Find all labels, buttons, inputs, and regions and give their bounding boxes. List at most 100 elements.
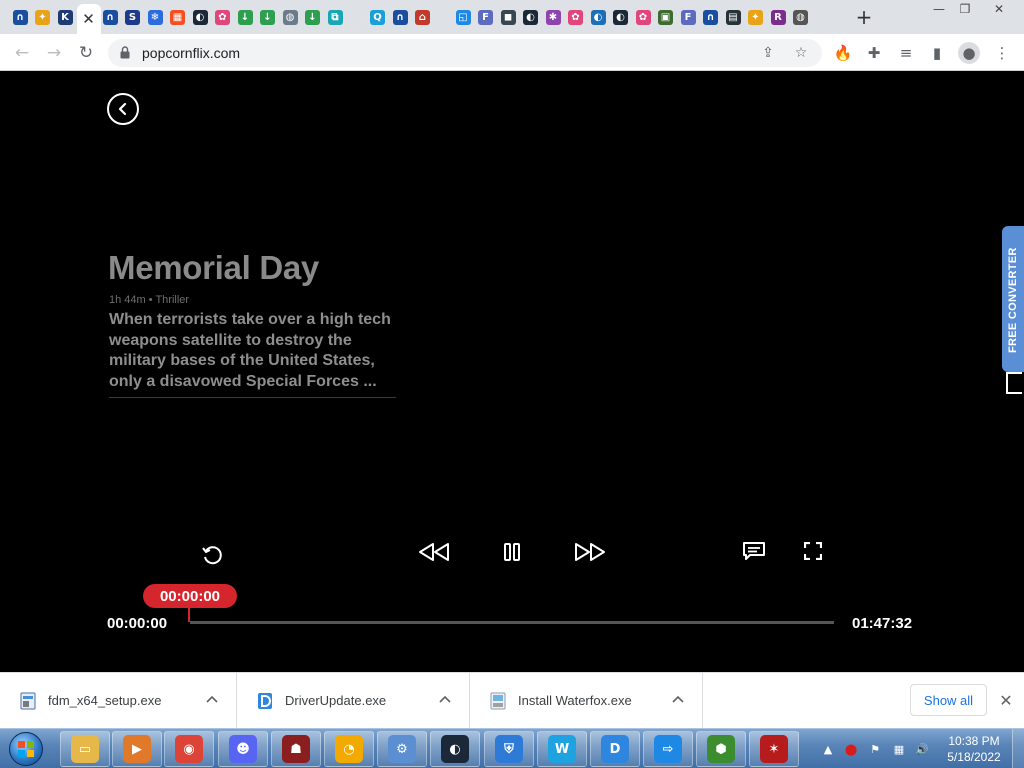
- browser-tab[interactable]: S: [122, 5, 144, 29]
- chevron-up-icon[interactable]: [670, 691, 686, 707]
- browser-tab[interactable]: K: [54, 5, 76, 29]
- download-item[interactable]: DriverUpdate.exe: [237, 673, 470, 729]
- forward-button[interactable]: →: [42, 41, 66, 65]
- system-clock[interactable]: 10:38 PM 5/18/2022: [940, 733, 1008, 765]
- download-item[interactable]: Install Waterfox.exe: [470, 673, 703, 729]
- url-text[interactable]: popcornflix.com: [142, 45, 240, 61]
- browser-tab[interactable]: ◍: [790, 5, 812, 29]
- taskbar-app-button[interactable]: ⚙: [377, 731, 427, 767]
- free-converter-label[interactable]: FREE CONVERTER: [1004, 235, 1022, 365]
- browser-tab[interactable]: Q: [367, 5, 389, 29]
- browser-tab[interactable]: ⧉: [324, 5, 346, 29]
- close-icon[interactable]: ✕: [82, 10, 95, 28]
- taskbar-app-button[interactable]: ☻: [218, 731, 268, 767]
- address-bar[interactable]: popcornflix.com ⇪ ☆: [108, 39, 822, 67]
- close-download-bar-button[interactable]: ✕: [996, 690, 1016, 710]
- security-tray-icon[interactable]: ⬤: [843, 741, 859, 757]
- browser-tab[interactable]: ▤: [722, 5, 744, 29]
- reading-list-icon[interactable]: ≡: [895, 42, 917, 64]
- reload-button[interactable]: ↻: [74, 41, 98, 65]
- taskbar-app-button[interactable]: ⬢: [696, 731, 746, 767]
- browser-tab[interactable]: ⌂: [412, 5, 434, 29]
- tray-expand-icon[interactable]: ▲: [820, 741, 836, 757]
- flame-extension-icon[interactable]: 🔥: [832, 42, 854, 64]
- video-player[interactable]: Memorial Day 1h 44m • Thriller When terr…: [0, 72, 1024, 672]
- taskbar-app-button[interactable]: ✶: [749, 731, 799, 767]
- browser-tab[interactable]: ∩: [9, 5, 31, 29]
- browser-tab[interactable]: ▦: [167, 5, 189, 29]
- taskbar-app-button[interactable]: ▶: [112, 731, 162, 767]
- close-window-button[interactable]: ✕: [982, 0, 1016, 18]
- restore-button[interactable]: ❐: [950, 0, 980, 18]
- browser-tab[interactable]: ✱: [542, 5, 564, 29]
- chevron-up-icon[interactable]: [437, 691, 453, 707]
- browser-tab[interactable]: ❄: [144, 5, 166, 29]
- taskbar-app-button[interactable]: D: [590, 731, 640, 767]
- copy-icon: ⧉: [327, 9, 343, 25]
- browser-menu-icon[interactable]: ⋮: [991, 42, 1013, 64]
- action-center-flag-icon[interactable]: ⚑: [867, 741, 883, 757]
- extensions-puzzle-icon[interactable]: ✚: [863, 42, 885, 64]
- browser-tab[interactable]: ↓: [234, 5, 256, 29]
- antivirus-icon: ✶: [760, 735, 788, 763]
- volume-icon[interactable]: 🔊: [914, 741, 930, 757]
- back-button[interactable]: ←: [10, 41, 34, 65]
- show-all-downloads-button[interactable]: Show all: [910, 684, 987, 716]
- movie-description: When terrorists take over a high tech we…: [109, 311, 391, 390]
- subtitles-button[interactable]: [741, 539, 767, 563]
- taskbar-app-button[interactable]: W: [537, 731, 587, 767]
- browser-tab[interactable]: ◼: [497, 5, 519, 29]
- browser-tab[interactable]: ↓: [257, 5, 279, 29]
- taskbar-app-button[interactable]: ⛨: [484, 731, 534, 767]
- browser-tab[interactable]: ◐: [610, 5, 632, 29]
- browser-tab[interactable]: ◐: [520, 5, 542, 29]
- fast-forward-button[interactable]: [572, 538, 608, 566]
- browser-tab[interactable]: F: [475, 5, 497, 29]
- playhead[interactable]: [188, 608, 190, 622]
- taskbar-app-button[interactable]: ▭: [60, 731, 110, 767]
- bookmark-star-icon[interactable]: ☆: [791, 43, 811, 63]
- browser-tab[interactable]: F: [677, 5, 699, 29]
- browser-tab[interactable]: ↓: [302, 5, 324, 29]
- show-desktop-button[interactable]: [1012, 729, 1024, 768]
- taskbar-app-button[interactable]: ◉: [164, 731, 214, 767]
- taskbar-app-button[interactable]: ◔: [324, 731, 374, 767]
- browser-tab[interactable]: ▣: [655, 5, 677, 29]
- browser-tab[interactable]: ✿: [565, 5, 587, 29]
- browser-tab[interactable]: ✿: [632, 5, 654, 29]
- windows-taskbar: ▲ ⬤ ⚑ ▦ 🔊 10:38 PM 5/18/2022 ▭ ▶ ◉ ☻ ☗ ◔ ⚙ ◐ ⛨ W D…: [0, 728, 1024, 768]
- browser-tab[interactable]: ∩: [99, 5, 121, 29]
- photo-icon: ◼: [500, 9, 516, 25]
- browser-tab[interactable]: ✦: [32, 5, 54, 29]
- chevron-up-icon[interactable]: [204, 691, 220, 707]
- rewind-button[interactable]: [416, 538, 452, 566]
- browser-tab[interactable]: R: [767, 5, 789, 29]
- restart-button[interactable]: [199, 542, 225, 568]
- network-icon[interactable]: ▦: [891, 741, 907, 757]
- fullscreen-button[interactable]: [801, 539, 825, 563]
- browser-tab[interactable]: ◍: [279, 5, 301, 29]
- new-tab-button[interactable]: +: [853, 6, 875, 28]
- progress-bar[interactable]: [190, 621, 834, 624]
- taskbar-app-button[interactable]: ◐: [430, 731, 480, 767]
- profile-avatar-icon[interactable]: ●: [958, 42, 980, 64]
- shield-app-icon: ⛨: [495, 735, 523, 763]
- pause-button[interactable]: [500, 538, 524, 566]
- download-item[interactable]: fdm_x64_setup.exe: [0, 673, 237, 729]
- browser-tab[interactable]: ◱: [452, 5, 474, 29]
- active-tab[interactable]: ✕: [76, 4, 101, 34]
- browser-tab[interactable]: ◐: [587, 5, 609, 29]
- taskbar-app-button[interactable]: ☗: [271, 731, 321, 767]
- browser-tab[interactable]: ∩: [700, 5, 722, 29]
- browser-tab[interactable]: ∩: [389, 5, 411, 29]
- steam-icon: ◐: [192, 9, 208, 25]
- side-panel-icon[interactable]: ▮: [926, 42, 948, 64]
- share-icon[interactable]: ⇪: [758, 43, 778, 63]
- browser-tab[interactable]: ◐: [189, 5, 211, 29]
- installer-icon: [20, 692, 36, 710]
- start-button[interactable]: [4, 730, 48, 768]
- browser-tab[interactable]: ✿: [212, 5, 234, 29]
- browser-tab[interactable]: ✦: [745, 5, 767, 29]
- taskbar-app-button[interactable]: ⇨: [643, 731, 693, 767]
- player-back-button[interactable]: [107, 93, 139, 125]
